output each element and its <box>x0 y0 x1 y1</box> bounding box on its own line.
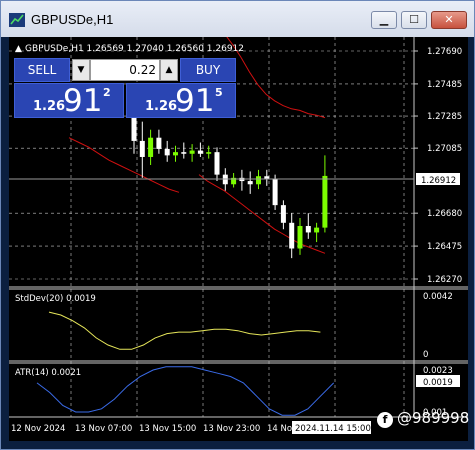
time-scale: 12 Nov 2024 13 Nov 07:00 13 Nov 15:00 13 No… <box>11 424 292 434</box>
candle-body <box>181 152 187 154</box>
watermark-text: @989998 <box>397 409 470 427</box>
candle-body <box>214 152 220 175</box>
atr-line <box>36 366 335 416</box>
price-tick-label: 1.27690 <box>427 47 462 57</box>
sell-price-button[interactable]: 1.26 91 2 <box>14 83 124 119</box>
price-scale: 1.27690 1.27485 1.27285 1.27085 1.26680 1.264… <box>414 47 462 285</box>
candle-body <box>305 226 311 233</box>
candle-body <box>139 140 145 157</box>
one-click-trading-panel: SELL ▼ ▲ BUY 1.26 91 2 1.26 91 5 <box>14 58 236 119</box>
stddev-tick-zero: 0 <box>423 350 428 360</box>
title-bar[interactable]: GBPUSDe,H1 ▁ ☐ ✕ <box>1 1 474 37</box>
price-tick-label: 1.26270 <box>427 275 462 285</box>
lot-increase-button[interactable]: ▲ <box>160 59 178 81</box>
candle-body <box>280 205 286 223</box>
candle-body <box>289 222 295 249</box>
candle-body <box>256 176 261 185</box>
sell-price-prefix: 1.26 <box>33 99 66 114</box>
candle-body <box>297 226 303 249</box>
time-tick-label: 13 Nov 15:00 <box>139 424 196 434</box>
time-tick-label: 12 Nov 2024 <box>11 424 65 434</box>
window-title: GBPUSDe,H1 <box>31 12 114 27</box>
atr-label: ATR(14) 0.0021 <box>15 368 81 378</box>
stddev-tick-top: 0.0042 <box>423 292 453 302</box>
sell-button[interactable]: SELL <box>14 58 70 82</box>
candle-body <box>247 181 253 185</box>
close-button[interactable]: ✕ <box>431 11 467 29</box>
price-tick-label: 1.27085 <box>427 144 462 154</box>
atr-tick-top: 0.0023 <box>423 366 453 376</box>
candle-body <box>164 148 170 156</box>
time-tick-label: 13 Nov 07:00 <box>75 424 132 434</box>
price-tick-label: 1.26680 <box>427 209 462 219</box>
candles <box>131 97 328 259</box>
minimize-button[interactable]: ▁ <box>371 11 397 29</box>
candle-body <box>189 150 195 154</box>
candle-body <box>314 227 320 233</box>
candle-body <box>197 150 203 154</box>
candle-body <box>272 179 278 206</box>
sell-price-sup: 2 <box>103 86 111 99</box>
buy-price-prefix: 1.26 <box>145 99 178 114</box>
maximize-button[interactable]: ☐ <box>401 11 427 29</box>
lot-decrease-button[interactable]: ▼ <box>72 59 90 81</box>
current-price-label: 1.26912 <box>421 176 456 186</box>
watermark-logo-icon: f <box>377 412 393 428</box>
price-tick-label: 1.27285 <box>427 112 462 122</box>
buy-price-sup: 5 <box>215 86 223 99</box>
crosshair-time-label: 2024.11.14 15:00 <box>295 424 371 434</box>
stddev-line <box>48 311 321 350</box>
time-tick-label: 14 No <box>267 424 292 434</box>
candle-body <box>206 152 212 154</box>
stddev-label: StdDev(20) 0.0019 <box>15 294 96 304</box>
buy-button[interactable]: BUY <box>180 58 236 82</box>
chart-app-icon <box>9 13 25 27</box>
sell-price-big: 91 <box>63 83 103 119</box>
price-tick-label: 1.27485 <box>427 80 462 90</box>
buy-price-button[interactable]: 1.26 91 5 <box>126 83 236 119</box>
candle-body <box>322 175 328 228</box>
bollinger-lower <box>198 174 326 254</box>
candle-body <box>173 152 178 156</box>
chart-area[interactable]: ▲ GBPUSDe,H1 1.26569 1.27040 1.26560 1.2… <box>9 37 468 441</box>
candle-body <box>148 137 154 157</box>
lot-size-input[interactable] <box>90 59 160 81</box>
atr-current-label: 0.0019 <box>423 378 453 388</box>
buy-price-big: 91 <box>175 83 215 119</box>
collapse-arrow-icon[interactable]: ▲ <box>15 44 22 54</box>
candle-body <box>156 137 162 149</box>
watermark: f @989998 <box>377 409 475 433</box>
time-tick-label: 13 Nov 23:00 <box>203 424 260 434</box>
terminal-window: GBPUSDe,H1 ▁ ☐ ✕ ▲ GBPUSDe,H1 1.26569 1.… <box>0 0 475 450</box>
price-tick-label: 1.26475 <box>427 242 462 252</box>
candle-body <box>131 116 137 141</box>
bollinger-middle <box>68 137 180 193</box>
chart-header: GBPUSDe,H1 1.26569 1.27040 1.26560 1.269… <box>25 44 244 54</box>
